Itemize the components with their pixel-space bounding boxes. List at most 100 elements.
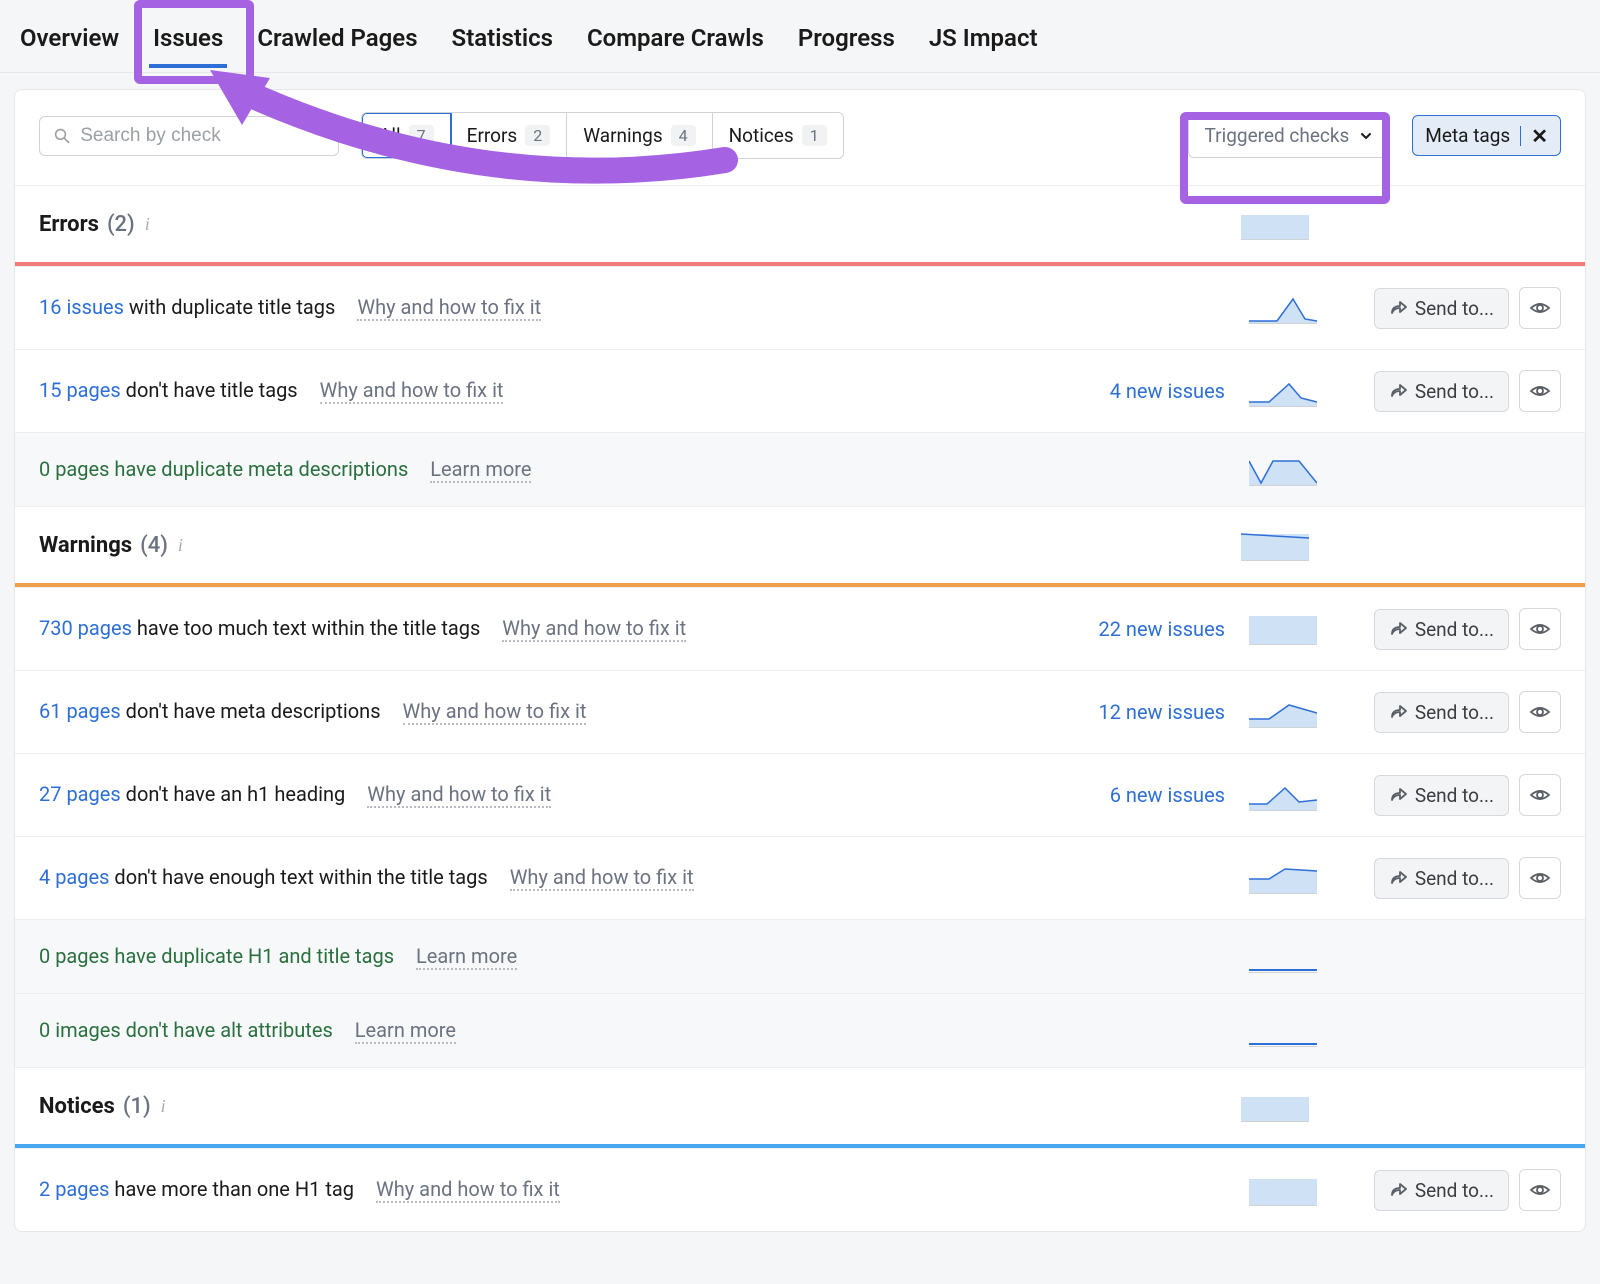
tab-js-impact[interactable]: JS Impact <box>925 18 1042 58</box>
dropdown-label: Triggered checks <box>1205 124 1350 147</box>
issue-row-dup-h1-title-zero: 0 pages have duplicate H1 and title tags… <box>15 919 1585 993</box>
view-button[interactable] <box>1519 774 1561 816</box>
send-to-button[interactable]: Send to... <box>1374 692 1509 733</box>
sparkline <box>1249 613 1317 645</box>
issue-text: 0 pages have duplicate meta descriptions <box>39 457 408 481</box>
why-how-fix-link[interactable]: Why and how to fix it <box>403 699 587 725</box>
section-header-notices: Notices (1) i <box>15 1067 1585 1144</box>
filter-notices-label: Notices <box>729 124 794 147</box>
new-issues-link[interactable]: 4 new issues <box>1065 379 1225 403</box>
sparkline <box>1249 375 1317 407</box>
issue-count-link[interactable]: 61 pages <box>39 699 121 723</box>
search-input-wrapper[interactable] <box>39 116 339 156</box>
sparkline <box>1249 696 1317 728</box>
issue-text: don't have an h1 heading <box>121 782 346 806</box>
issue-row-multiple-h1: 2 pages have more than one H1 tag Why an… <box>15 1148 1585 1231</box>
new-issues-link[interactable]: 22 new issues <box>1065 617 1225 641</box>
info-icon[interactable]: i <box>145 214 150 235</box>
send-to-label: Send to... <box>1415 380 1494 403</box>
issue-count-link[interactable]: 2 pages <box>39 1177 109 1201</box>
share-arrow-icon <box>1389 869 1407 887</box>
why-how-fix-link[interactable]: Why and how to fix it <box>367 782 551 808</box>
send-to-button[interactable]: Send to... <box>1374 775 1509 816</box>
filter-chip-meta-tags[interactable]: Meta tags ✕ <box>1412 115 1561 156</box>
issue-text: 0 pages have duplicate H1 and title tags <box>39 944 394 968</box>
issue-count-link[interactable]: 15 pages <box>39 378 121 402</box>
filter-all[interactable]: All 7 <box>361 112 452 159</box>
section-sparkline <box>1241 529 1309 561</box>
why-how-fix-link[interactable]: Why and how to fix it <box>502 616 686 642</box>
issue-count-link[interactable]: 27 pages <box>39 782 121 806</box>
share-arrow-icon <box>1389 620 1407 638</box>
filter-segmented: All 7 Errors 2 Warnings 4 Notices 1 <box>361 112 844 159</box>
tab-statistics[interactable]: Statistics <box>448 18 557 58</box>
issue-row-no-meta-desc: 61 pages don't have meta descriptions Wh… <box>15 670 1585 753</box>
issue-count-link[interactable]: 730 pages <box>39 616 132 640</box>
send-to-label: Send to... <box>1415 701 1494 724</box>
sparkline <box>1249 454 1317 486</box>
view-button[interactable] <box>1519 1169 1561 1211</box>
send-to-button[interactable]: Send to... <box>1374 288 1509 329</box>
main-tabs: Overview Issues Crawled Pages Statistics… <box>0 0 1600 73</box>
eye-icon <box>1529 867 1551 889</box>
sparkline <box>1249 779 1317 811</box>
close-icon[interactable]: ✕ <box>1520 126 1548 146</box>
send-to-button[interactable]: Send to... <box>1374 858 1509 899</box>
filter-errors-count: 2 <box>525 125 550 146</box>
tab-compare-crawls[interactable]: Compare Crawls <box>583 18 768 58</box>
info-icon[interactable]: i <box>178 535 183 556</box>
filter-all-label: All <box>379 124 401 147</box>
learn-more-link[interactable]: Learn more <box>430 457 531 483</box>
view-button[interactable] <box>1519 691 1561 733</box>
tab-crawled-pages[interactable]: Crawled Pages <box>253 18 421 58</box>
issue-text: have more than one H1 tag <box>109 1177 354 1201</box>
send-to-label: Send to... <box>1415 618 1494 641</box>
share-arrow-icon <box>1389 786 1407 804</box>
view-button[interactable] <box>1519 857 1561 899</box>
view-button[interactable] <box>1519 608 1561 650</box>
issue-text: don't have title tags <box>121 378 298 402</box>
sparkline <box>1249 292 1317 324</box>
issue-row-too-much-title-text: 730 pages have too much text within the … <box>15 587 1585 670</box>
why-how-fix-link[interactable]: Why and how to fix it <box>320 378 504 404</box>
section-header-errors: Errors (2) i <box>15 185 1585 262</box>
search-icon <box>54 127 70 145</box>
view-button[interactable] <box>1519 370 1561 412</box>
issue-text: have too much text within the title tags <box>132 616 480 640</box>
issue-count-link[interactable]: 4 pages <box>39 865 109 889</box>
eye-icon <box>1529 618 1551 640</box>
section-title: Notices <box>39 1094 115 1119</box>
eye-icon <box>1529 380 1551 402</box>
section-sparkline <box>1241 208 1309 240</box>
new-issues-link[interactable]: 12 new issues <box>1065 700 1225 724</box>
filter-warnings[interactable]: Warnings 4 <box>567 113 712 158</box>
issue-row-no-h1: 27 pages don't have an h1 heading Why an… <box>15 753 1585 836</box>
view-button[interactable] <box>1519 287 1561 329</box>
issue-row-not-enough-title-text: 4 pages don't have enough text within th… <box>15 836 1585 919</box>
search-input[interactable] <box>80 125 324 147</box>
filter-errors[interactable]: Errors 2 <box>451 113 568 158</box>
filter-all-count: 7 <box>409 125 434 146</box>
send-to-button[interactable]: Send to... <box>1374 609 1509 650</box>
send-to-button[interactable]: Send to... <box>1374 1170 1509 1211</box>
info-icon[interactable]: i <box>161 1096 166 1117</box>
filter-notices[interactable]: Notices 1 <box>713 113 843 158</box>
issue-count-link[interactable]: 16 issues <box>39 295 124 319</box>
learn-more-link[interactable]: Learn more <box>416 944 517 970</box>
share-arrow-icon <box>1389 1181 1407 1199</box>
share-arrow-icon <box>1389 703 1407 721</box>
send-to-button[interactable]: Send to... <box>1374 371 1509 412</box>
share-arrow-icon <box>1389 299 1407 317</box>
tab-issues[interactable]: Issues <box>149 18 227 58</box>
tab-overview[interactable]: Overview <box>16 18 123 58</box>
new-issues-link[interactable]: 6 new issues <box>1065 783 1225 807</box>
why-how-fix-link[interactable]: Why and how to fix it <box>510 865 694 891</box>
why-how-fix-link[interactable]: Why and how to fix it <box>376 1177 560 1203</box>
issue-text: don't have meta descriptions <box>121 699 381 723</box>
learn-more-link[interactable]: Learn more <box>355 1018 456 1044</box>
triggered-checks-dropdown[interactable]: Triggered checks <box>1188 113 1391 158</box>
chip-label: Meta tags <box>1425 124 1510 147</box>
send-to-label: Send to... <box>1415 297 1494 320</box>
why-how-fix-link[interactable]: Why and how to fix it <box>357 295 541 321</box>
tab-progress[interactable]: Progress <box>794 18 899 58</box>
